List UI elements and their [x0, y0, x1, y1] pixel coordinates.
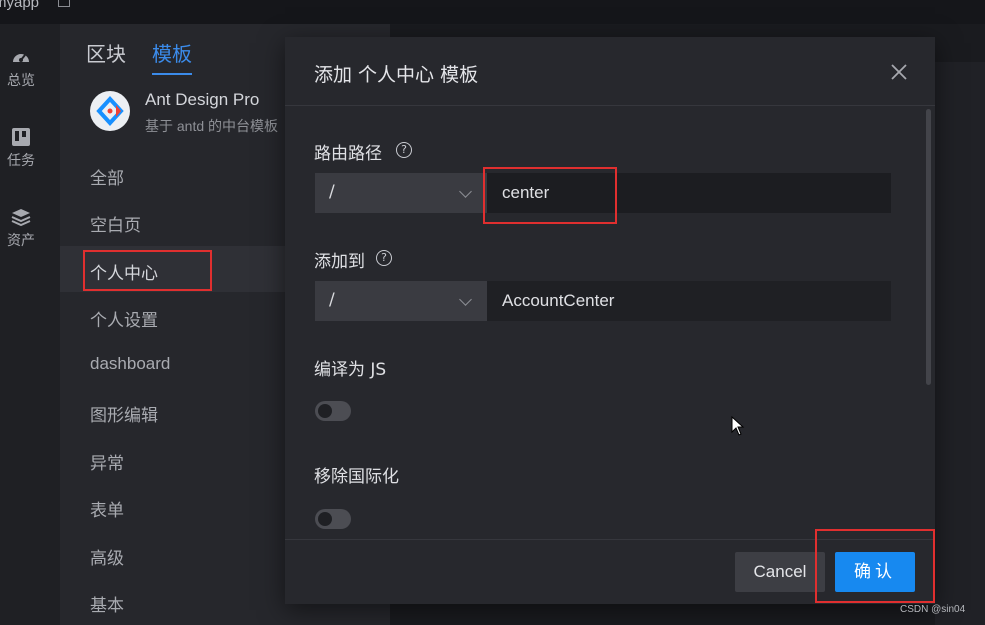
category-item[interactable]: 图形编辑: [90, 401, 158, 426]
add-to-prefix-select[interactable]: /: [315, 281, 487, 321]
rail-item-tasks[interactable]: 任务: [0, 128, 42, 170]
layers-icon: [11, 209, 31, 226]
modal-header: 添加 个人中心 模板: [285, 37, 935, 106]
left-rail: 总览 任务 资产: [0, 24, 60, 625]
close-icon[interactable]: [889, 62, 909, 82]
trello-icon: [12, 128, 30, 146]
dashboard-icon: [13, 54, 29, 62]
category-item[interactable]: 个人设置: [90, 306, 158, 331]
highlight-box-route-input: [483, 167, 617, 224]
remove-i18n-label: 移除国际化: [314, 467, 399, 487]
template-name: Ant Design Pro: [145, 90, 260, 109]
tab-active-indicator: [152, 73, 192, 75]
select-value: /: [329, 290, 335, 310]
modal-scrollbar[interactable]: [926, 109, 931, 385]
toggle-knob: [318, 512, 332, 526]
highlight-box-confirm: [815, 529, 935, 603]
chevron-down-icon: [459, 185, 472, 198]
rail-item-assets[interactable]: 资产: [0, 208, 42, 250]
app-title: myapp: [0, 0, 40, 11]
remove-i18n-toggle[interactable]: [315, 509, 351, 529]
route-path-label: 路由路径: [314, 144, 382, 164]
toggle-knob: [318, 404, 332, 418]
category-item[interactable]: 空白页: [90, 211, 141, 236]
category-item[interactable]: 表单: [90, 496, 124, 521]
category-item[interactable]: 基本: [90, 591, 124, 616]
rail-item-overview[interactable]: 总览: [0, 48, 42, 90]
compile-js-toggle[interactable]: [315, 401, 351, 421]
question-circle-icon[interactable]: ?: [376, 250, 392, 266]
workspace-side: [935, 62, 985, 625]
rail-item-label: 任务: [7, 153, 35, 169]
select-value: /: [329, 182, 335, 202]
watermark: CSDN @sin04: [900, 604, 966, 615]
rail-item-label: 资产: [7, 233, 35, 249]
add-to-input[interactable]: AccountCenter: [487, 281, 891, 321]
ant-design-logo: [90, 91, 130, 131]
add-to-label: 添加到: [314, 252, 365, 272]
tab-templates[interactable]: 模板: [152, 38, 192, 67]
tab-blocks[interactable]: 区块: [86, 38, 126, 67]
add-template-modal: 添加 个人中心 模板 路由路径 ? / center 添加到 ? / Accou…: [285, 37, 935, 604]
highlight-box-category: [83, 250, 212, 291]
mouse-cursor-icon: [731, 416, 745, 436]
top-bar: myapp: [0, 0, 985, 24]
route-prefix-select[interactable]: /: [315, 173, 487, 213]
input-value: AccountCenter: [502, 291, 615, 310]
category-item[interactable]: 全部: [90, 164, 124, 189]
chevron-down-icon: [459, 293, 472, 306]
modal-title: 添加 个人中心 模板: [314, 64, 479, 86]
question-circle-icon[interactable]: ?: [396, 142, 412, 158]
template-description: 基于 antd 的中台模板: [145, 118, 279, 134]
category-item[interactable]: 异常: [90, 449, 124, 474]
external-link-icon[interactable]: [58, 0, 70, 7]
category-item[interactable]: dashboard: [90, 354, 170, 374]
compile-js-label: 编译为 JS: [314, 360, 387, 380]
rail-item-label: 总览: [7, 73, 35, 89]
cancel-button[interactable]: Cancel: [735, 552, 825, 592]
category-item[interactable]: 高级: [90, 544, 124, 569]
